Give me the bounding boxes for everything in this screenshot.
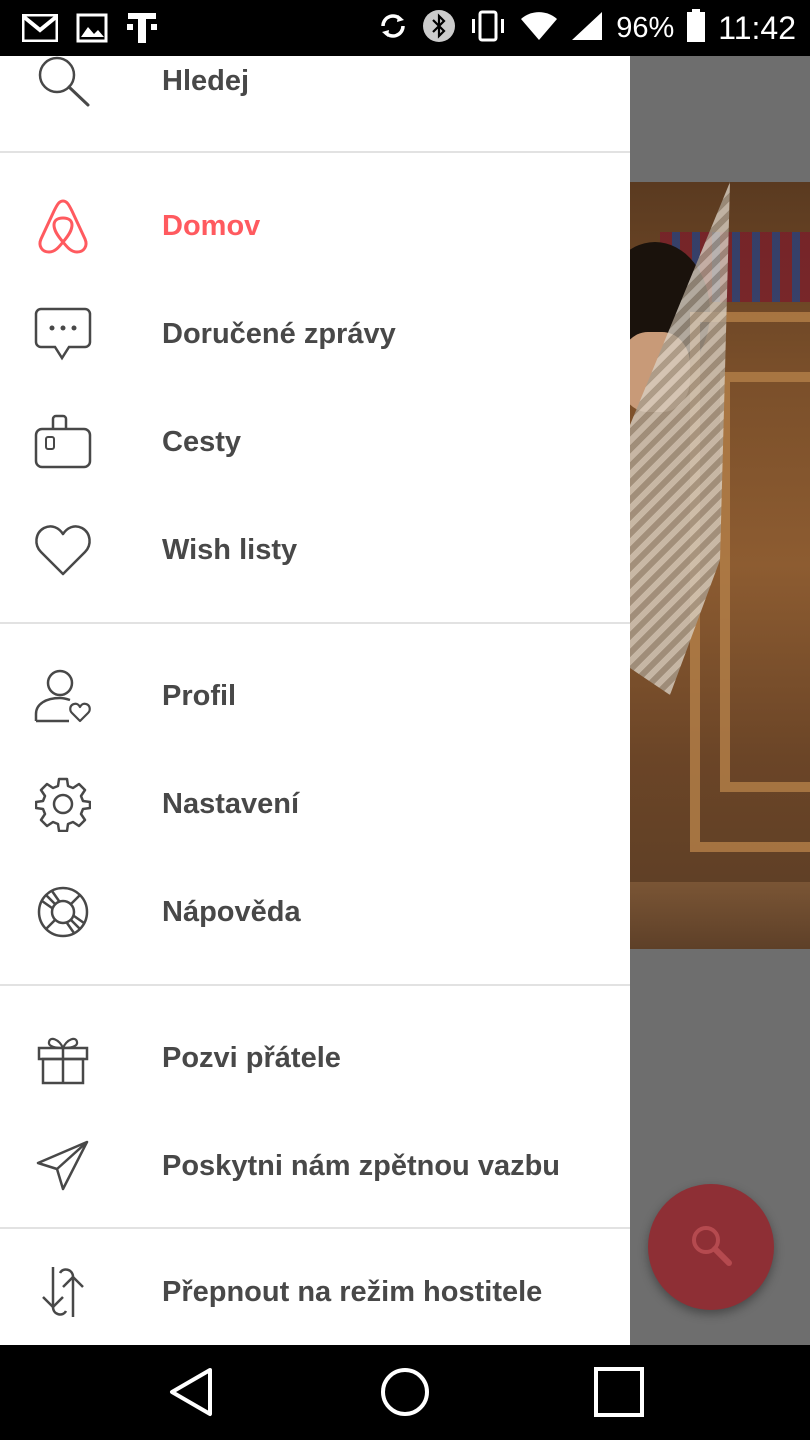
paper-plane-icon [31, 1138, 95, 1194]
drawer-item-trips[interactable]: Cesty [0, 392, 630, 492]
drawer-item-profile[interactable]: Profil [0, 646, 630, 746]
drawer-item-label: Profil [162, 680, 237, 712]
clock: 11:42 [718, 10, 796, 46]
profile-icon [31, 668, 95, 724]
drawer-item-label: Nastavení [162, 788, 300, 820]
battery-icon [686, 8, 706, 48]
gift-icon [31, 1030, 95, 1086]
search-icon [31, 53, 95, 109]
drawer-item-switch-to-host[interactable]: Přepnout na režim hostitele [0, 1242, 630, 1342]
lifebuoy-icon [31, 884, 95, 940]
drawer-item-inbox[interactable]: Doručené zprávy [0, 284, 630, 384]
home-button[interactable] [378, 1367, 432, 1421]
drawer-item-label: Přepnout na režim hostitele [162, 1276, 543, 1308]
back-icon [166, 1366, 216, 1423]
heart-icon [31, 522, 95, 578]
drawer-item-label: Nápověda [162, 896, 301, 928]
divider [0, 151, 630, 153]
chat-bubble-icon [31, 306, 95, 362]
recents-button[interactable] [592, 1365, 646, 1424]
recents-icon [592, 1365, 646, 1424]
divider [0, 984, 630, 986]
drawer-item-label: Hledej [162, 65, 250, 97]
drawer-item-home[interactable]: Domov [0, 176, 630, 276]
switch-arrows-icon [31, 1264, 95, 1320]
drawer-item-invite-friends[interactable]: Pozvi přátele [0, 1008, 630, 1108]
drawer-item-label: Pozvi přátele [162, 1042, 341, 1074]
home-icon [378, 1365, 432, 1424]
drawer-item-label: Domov [162, 210, 261, 242]
divider [0, 622, 630, 624]
airbnb-logo-icon [31, 198, 95, 254]
search-fab[interactable] [648, 1184, 774, 1310]
drawer-item-label: Wish listy [162, 534, 298, 566]
listing-photo [630, 182, 810, 949]
search-icon [687, 1221, 735, 1274]
drawer-item-feedback[interactable]: Poskytni nám zpětnou vazbu [0, 1116, 630, 1216]
gear-icon [31, 776, 95, 832]
system-nav-bar [0, 1345, 810, 1440]
back-button[interactable] [164, 1367, 218, 1421]
drawer-item-search[interactable]: Hledej [0, 31, 630, 131]
drawer-item-label: Doručené zprávy [162, 318, 396, 350]
drawer-item-help[interactable]: Nápověda [0, 862, 630, 962]
navigation-drawer: Hledej Domov Doručené zprávy Cesty Wish … [0, 56, 630, 1345]
drawer-item-wishlists[interactable]: Wish listy [0, 500, 630, 600]
suitcase-icon [31, 414, 95, 470]
drawer-item-settings[interactable]: Nastavení [0, 754, 630, 854]
drawer-item-label: Poskytni nám zpětnou vazbu [162, 1150, 560, 1182]
drawer-item-label: Cesty [162, 426, 241, 458]
divider [0, 1227, 630, 1229]
